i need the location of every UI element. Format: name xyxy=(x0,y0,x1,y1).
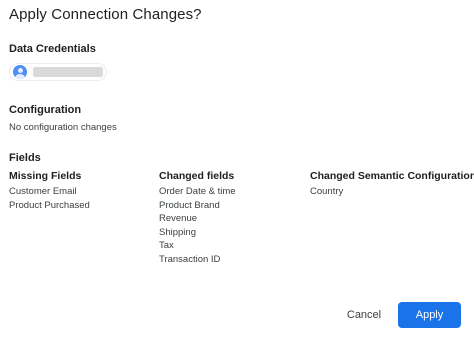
configuration-heading: Configuration xyxy=(9,104,82,116)
changed-semantic-configuration-header: Changed Semantic Configuration xyxy=(310,170,474,182)
list-item: Tax xyxy=(159,240,174,252)
apply-connection-changes-dialog: Apply Connection Changes? Data Credentia… xyxy=(0,0,474,337)
configuration-status: No configuration changes xyxy=(9,122,117,133)
missing-fields-list: Customer Email Product Purchased xyxy=(9,185,90,212)
list-item: Shipping xyxy=(159,226,196,238)
changed-fields-column: Changed fields Order Date & time Product… xyxy=(159,170,236,267)
missing-fields-column: Missing Fields Customer Email Product Pu… xyxy=(9,170,90,212)
changed-fields-header: Changed fields xyxy=(159,170,235,182)
cancel-button[interactable]: Cancel xyxy=(340,303,388,327)
list-item: Transaction ID xyxy=(159,253,221,265)
list-item: Product Brand xyxy=(159,199,220,211)
account-circle-icon xyxy=(13,65,27,79)
redacted-account-name xyxy=(33,67,103,77)
list-item: Product Purchased xyxy=(9,199,90,211)
list-item: Revenue xyxy=(159,213,198,225)
data-credentials-heading: Data Credentials xyxy=(9,43,96,55)
dialog-title: Apply Connection Changes? xyxy=(9,6,202,23)
apply-button[interactable]: Apply xyxy=(398,302,461,328)
list-item: Country xyxy=(310,186,344,197)
list-item: Order Date & time xyxy=(159,186,236,197)
changed-semantic-configuration-list: Country xyxy=(310,185,474,199)
list-item: Customer Email xyxy=(9,186,77,197)
fields-heading: Fields xyxy=(9,152,41,164)
changed-fields-list: Order Date & time Product Brand Revenue … xyxy=(159,185,236,267)
changed-semantic-configuration-column: Changed Semantic Configuration Country xyxy=(310,170,474,199)
credential-chip xyxy=(9,63,107,81)
missing-fields-header: Missing Fields xyxy=(9,170,82,182)
